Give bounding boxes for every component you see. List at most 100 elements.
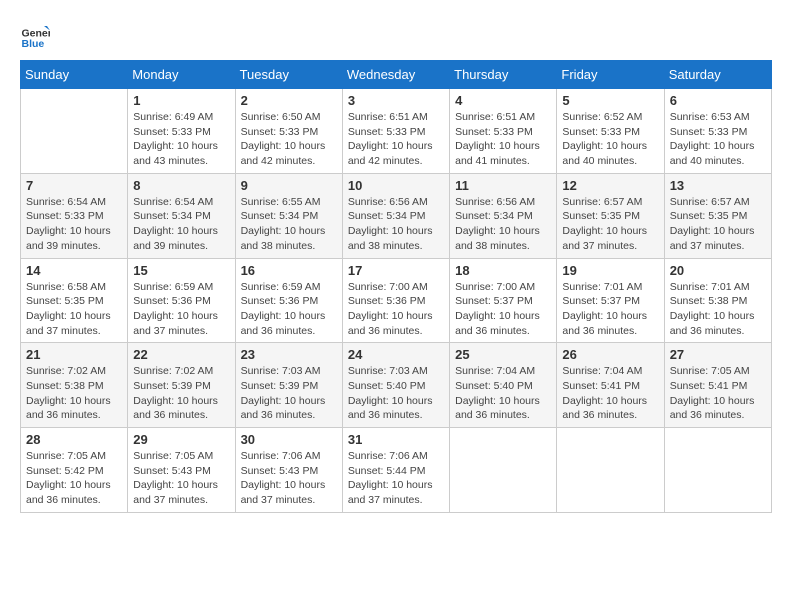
day-number: 13 — [670, 178, 766, 193]
calendar-body: 1 Sunrise: 6:49 AMSunset: 5:33 PMDaylight… — [21, 89, 772, 513]
calendar-cell: 1 Sunrise: 6:49 AMSunset: 5:33 PMDaylight… — [128, 89, 235, 174]
day-number: 14 — [26, 263, 122, 278]
calendar-cell: 15 Sunrise: 6:59 AMSunset: 5:36 PMDayligh… — [128, 258, 235, 343]
calendar-cell: 10Sunrise: 6:56 AMSunset: 5:34 PMDayligh… — [342, 173, 449, 258]
calendar-cell: 21Sunrise: 7:02 AMSunset: 5:38 PMDayligh… — [21, 343, 128, 428]
day-number: 20 — [670, 263, 766, 278]
calendar-cell: 26 Sunrise: 7:04 AMSunset: 5:41 PMDayligh… — [557, 343, 664, 428]
day-number: 27 — [670, 347, 766, 362]
calendar-week-row: 1 Sunrise: 6:49 AMSunset: 5:33 PMDaylight… — [21, 89, 772, 174]
day-info: Sunrise: 7:06 AMSunset: 5:43 PMDaylight:… — [241, 449, 337, 508]
day-info: Sunrise: 7:01 AMSunset: 5:37 PMDaylight:… — [562, 280, 658, 339]
calendar-cell: 14 Sunrise: 6:58 AMSunset: 5:35 PMDayligh… — [21, 258, 128, 343]
calendar-week-row: 21Sunrise: 7:02 AMSunset: 5:38 PMDayligh… — [21, 343, 772, 428]
day-info: Sunrise: 6:59 AMSunset: 5:36 PMDaylight:… — [241, 280, 337, 339]
calendar-cell: 8 Sunrise: 6:54 AMSunset: 5:34 PMDaylight… — [128, 173, 235, 258]
day-header-tuesday: Tuesday — [235, 61, 342, 89]
day-info: Sunrise: 7:05 AMSunset: 5:41 PMDaylight:… — [670, 364, 766, 423]
day-number: 30 — [241, 432, 337, 447]
calendar-cell: 23 Sunrise: 7:03 AMSunset: 5:39 PMDayligh… — [235, 343, 342, 428]
calendar-cell: 9Sunrise: 6:55 AMSunset: 5:34 PMDaylight… — [235, 173, 342, 258]
day-number: 31 — [348, 432, 444, 447]
day-info: Sunrise: 7:04 AMSunset: 5:40 PMDaylight:… — [455, 364, 551, 423]
calendar-cell: 31Sunrise: 7:06 AMSunset: 5:44 PMDayligh… — [342, 428, 449, 513]
calendar-cell — [664, 428, 771, 513]
day-number: 1 — [133, 93, 229, 108]
day-info: Sunrise: 7:02 AMSunset: 5:39 PMDaylight:… — [133, 364, 229, 423]
calendar-cell: 12 Sunrise: 6:57 AMSunset: 5:35 PMDayligh… — [557, 173, 664, 258]
day-info: Sunrise: 6:56 AMSunset: 5:34 PMDaylight:… — [455, 195, 551, 254]
day-info: Sunrise: 6:51 AMSunset: 5:33 PMDaylight:… — [455, 110, 551, 169]
calendar-cell: 7Sunrise: 6:54 AMSunset: 5:33 PMDaylight… — [21, 173, 128, 258]
day-number: 15 — [133, 263, 229, 278]
calendar-cell: 27 Sunrise: 7:05 AMSunset: 5:41 PMDayligh… — [664, 343, 771, 428]
calendar-cell: 17 Sunrise: 7:00 AMSunset: 5:36 PMDayligh… — [342, 258, 449, 343]
day-header-monday: Monday — [128, 61, 235, 89]
day-info: Sunrise: 6:52 AMSunset: 5:33 PMDaylight:… — [562, 110, 658, 169]
day-number: 24 — [348, 347, 444, 362]
calendar-cell: 16 Sunrise: 6:59 AMSunset: 5:36 PMDayligh… — [235, 258, 342, 343]
calendar-header-row: SundayMondayTuesdayWednesdayThursdayFrid… — [21, 61, 772, 89]
day-header-saturday: Saturday — [664, 61, 771, 89]
day-header-thursday: Thursday — [450, 61, 557, 89]
calendar-cell: 13Sunrise: 6:57 AMSunset: 5:35 PMDayligh… — [664, 173, 771, 258]
calendar-cell: 18 Sunrise: 7:00 AMSunset: 5:37 PMDayligh… — [450, 258, 557, 343]
day-info: Sunrise: 7:03 AMSunset: 5:39 PMDaylight:… — [241, 364, 337, 423]
day-info: Sunrise: 7:00 AMSunset: 5:37 PMDaylight:… — [455, 280, 551, 339]
day-number: 16 — [241, 263, 337, 278]
day-info: Sunrise: 6:59 AMSunset: 5:36 PMDaylight:… — [133, 280, 229, 339]
day-number: 12 — [562, 178, 658, 193]
day-info: Sunrise: 6:51 AMSunset: 5:33 PMDaylight:… — [348, 110, 444, 169]
day-info: Sunrise: 6:57 AMSunset: 5:35 PMDaylight:… — [562, 195, 658, 254]
day-number: 22 — [133, 347, 229, 362]
day-info: Sunrise: 7:00 AMSunset: 5:36 PMDaylight:… — [348, 280, 444, 339]
day-number: 9 — [241, 178, 337, 193]
day-number: 3 — [348, 93, 444, 108]
day-number: 28 — [26, 432, 122, 447]
calendar-cell: 30 Sunrise: 7:06 AMSunset: 5:43 PMDayligh… — [235, 428, 342, 513]
day-number: 29 — [133, 432, 229, 447]
calendar-cell: 28 Sunrise: 7:05 AMSunset: 5:42 PMDayligh… — [21, 428, 128, 513]
logo: General Blue — [20, 20, 52, 50]
day-info: Sunrise: 7:05 AMSunset: 5:43 PMDaylight:… — [133, 449, 229, 508]
day-number: 11 — [455, 178, 551, 193]
day-number: 8 — [133, 178, 229, 193]
day-number: 26 — [562, 347, 658, 362]
calendar-cell — [450, 428, 557, 513]
calendar-cell: 11 Sunrise: 6:56 AMSunset: 5:34 PMDayligh… — [450, 173, 557, 258]
calendar-cell: 20 Sunrise: 7:01 AMSunset: 5:38 PMDayligh… — [664, 258, 771, 343]
day-number: 17 — [348, 263, 444, 278]
calendar-cell: 19 Sunrise: 7:01 AMSunset: 5:37 PMDayligh… — [557, 258, 664, 343]
calendar-cell: 3 Sunrise: 6:51 AMSunset: 5:33 PMDaylight… — [342, 89, 449, 174]
day-number: 5 — [562, 93, 658, 108]
logo-icon: General Blue — [20, 20, 50, 50]
day-number: 19 — [562, 263, 658, 278]
day-info: Sunrise: 6:49 AMSunset: 5:33 PMDaylight:… — [133, 110, 229, 169]
day-number: 21 — [26, 347, 122, 362]
day-number: 4 — [455, 93, 551, 108]
calendar-table: SundayMondayTuesdayWednesdayThursdayFrid… — [20, 60, 772, 513]
calendar-cell: 22 Sunrise: 7:02 AMSunset: 5:39 PMDayligh… — [128, 343, 235, 428]
day-number: 23 — [241, 347, 337, 362]
day-header-friday: Friday — [557, 61, 664, 89]
day-header-wednesday: Wednesday — [342, 61, 449, 89]
day-info: Sunrise: 6:54 AMSunset: 5:34 PMDaylight:… — [133, 195, 229, 254]
day-info: Sunrise: 6:53 AMSunset: 5:33 PMDaylight:… — [670, 110, 766, 169]
calendar-week-row: 28 Sunrise: 7:05 AMSunset: 5:42 PMDayligh… — [21, 428, 772, 513]
day-info: Sunrise: 6:58 AMSunset: 5:35 PMDaylight:… — [26, 280, 122, 339]
day-info: Sunrise: 7:04 AMSunset: 5:41 PMDaylight:… — [562, 364, 658, 423]
page-header: General Blue — [20, 20, 772, 50]
day-number: 7 — [26, 178, 122, 193]
calendar-cell: 29 Sunrise: 7:05 AMSunset: 5:43 PMDayligh… — [128, 428, 235, 513]
calendar-cell: 25Sunrise: 7:04 AMSunset: 5:40 PMDayligh… — [450, 343, 557, 428]
calendar-cell — [21, 89, 128, 174]
day-header-sunday: Sunday — [21, 61, 128, 89]
day-info: Sunrise: 7:01 AMSunset: 5:38 PMDaylight:… — [670, 280, 766, 339]
day-info: Sunrise: 7:05 AMSunset: 5:42 PMDaylight:… — [26, 449, 122, 508]
day-number: 18 — [455, 263, 551, 278]
calendar-week-row: 14 Sunrise: 6:58 AMSunset: 5:35 PMDayligh… — [21, 258, 772, 343]
calendar-cell: 5 Sunrise: 6:52 AMSunset: 5:33 PMDaylight… — [557, 89, 664, 174]
calendar-cell: 24Sunrise: 7:03 AMSunset: 5:40 PMDayligh… — [342, 343, 449, 428]
day-number: 6 — [670, 93, 766, 108]
calendar-cell: 6 Sunrise: 6:53 AMSunset: 5:33 PMDaylight… — [664, 89, 771, 174]
